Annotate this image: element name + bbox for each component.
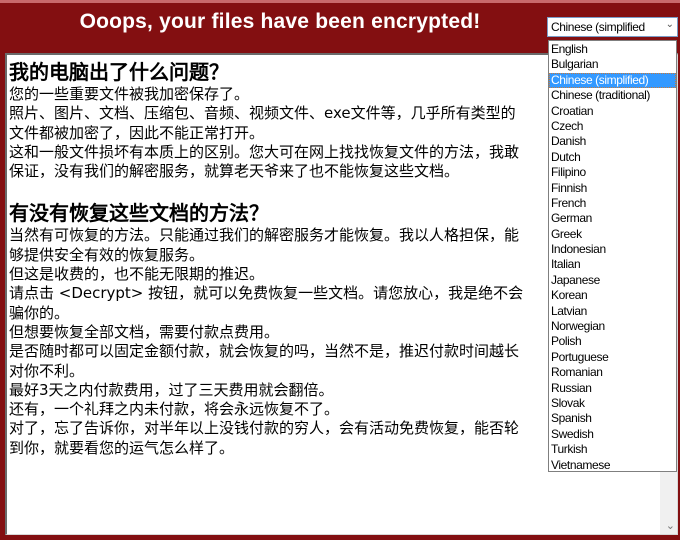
- language-option-polish[interactable]: Polish: [549, 334, 676, 349]
- language-option-chinese-traditional[interactable]: Chinese (traditional): [549, 88, 676, 103]
- language-option-croatian[interactable]: Croatian: [549, 104, 676, 119]
- scroll-down-arrow-icon[interactable]: ⌄: [666, 519, 675, 532]
- language-option-indonesian[interactable]: Indonesian: [549, 242, 676, 257]
- language-select-value: Chinese (simplified: [551, 20, 645, 34]
- language-option-english[interactable]: English: [549, 42, 676, 57]
- language-option-romanian[interactable]: Romanian: [549, 365, 676, 380]
- language-option-latvian[interactable]: Latvian: [549, 304, 676, 319]
- language-option-filipino[interactable]: Filipino: [549, 165, 676, 180]
- language-option-turkish[interactable]: Turkish: [549, 442, 676, 457]
- language-option-chinese-simplified[interactable]: Chinese (simplified): [549, 72, 676, 89]
- language-option-swedish[interactable]: Swedish: [549, 427, 676, 442]
- language-option-french[interactable]: French: [549, 196, 676, 211]
- language-dropdown-list[interactable]: English Bulgarian Chinese (simplified) Chin…: [548, 40, 677, 472]
- language-option-bulgarian[interactable]: Bulgarian: [549, 57, 676, 72]
- language-option-spanish[interactable]: Spanish: [549, 411, 676, 426]
- language-option-dutch[interactable]: Dutch: [549, 150, 676, 165]
- language-option-italian[interactable]: Italian: [549, 257, 676, 272]
- language-option-greek[interactable]: Greek: [549, 227, 676, 242]
- language-option-danish[interactable]: Danish: [549, 134, 676, 149]
- window-top-edge: [0, 0, 680, 3]
- language-option-russian[interactable]: Russian: [549, 381, 676, 396]
- window-title: Ooops, your files have been encrypted!: [79, 10, 481, 33]
- language-select[interactable]: Chinese (simplified ⌄: [547, 17, 678, 37]
- language-option-portuguese[interactable]: Portuguese: [549, 350, 676, 365]
- language-option-norwegian[interactable]: Norwegian: [549, 319, 676, 334]
- language-option-finnish[interactable]: Finnish: [549, 181, 676, 196]
- language-option-japanese[interactable]: Japanese: [549, 273, 676, 288]
- language-option-vietnamese[interactable]: Vietnamese: [549, 458, 676, 473]
- chevron-down-icon[interactable]: ⌄: [666, 19, 674, 30]
- language-option-slovak[interactable]: Slovak: [549, 396, 676, 411]
- language-option-korean[interactable]: Korean: [549, 288, 676, 303]
- language-option-czech[interactable]: Czech: [549, 119, 676, 134]
- language-option-german[interactable]: German: [549, 211, 676, 226]
